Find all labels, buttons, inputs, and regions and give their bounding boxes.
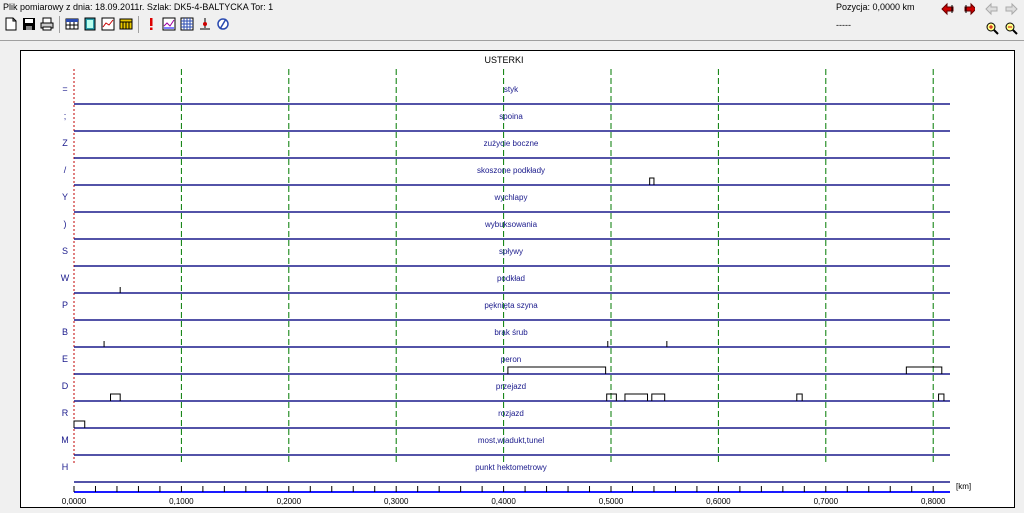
axis-tick-label: 0,3000 (384, 497, 409, 506)
defect-segment (651, 393, 666, 401)
defect-segment (606, 393, 617, 401)
chart-icon[interactable] (100, 16, 116, 32)
notebook-icon[interactable] (82, 16, 98, 32)
toolbar-separator (59, 16, 60, 33)
toolbar-separator (138, 16, 139, 33)
row-code: / (64, 165, 67, 175)
row-label: wychlapy (494, 193, 528, 202)
file-title: Plik pomiarowy z dnia: 18.09.2011r. Szla… (3, 2, 274, 12)
axis-tick-label: 0,8000 (921, 497, 946, 506)
defect-segment (796, 393, 803, 401)
measure-icon[interactable] (197, 16, 213, 32)
row-label: spływy (499, 247, 523, 256)
axis-tick-label: 0,1000 (169, 497, 194, 506)
row-code: D (62, 381, 69, 391)
axis-tick-label: 0,7000 (814, 497, 839, 506)
row-label: rozjazd (498, 409, 524, 418)
row-code: H (62, 462, 69, 472)
defect-segment (73, 420, 86, 428)
axis-tick-label: 0,4000 (491, 497, 516, 506)
axis-tick-label: 0,6000 (706, 497, 731, 506)
print-icon[interactable] (39, 16, 55, 32)
save-icon[interactable] (21, 16, 37, 32)
new-file-icon[interactable] (3, 16, 19, 32)
row-label: podkład (497, 274, 525, 283)
row-label: styk (504, 85, 519, 94)
zoom-in-icon[interactable] (984, 20, 1000, 36)
row-code: B (62, 327, 68, 337)
row-code: E (62, 354, 68, 364)
row-code: Y (62, 192, 68, 202)
row-code: W (61, 273, 70, 283)
row-code: = (62, 84, 67, 94)
zoom-out-icon[interactable] (1003, 20, 1019, 36)
calendar-icon[interactable] (118, 16, 134, 32)
defects-chart: USTERKI = styk; spoina Z zużycie boczne / skosz… (61, 55, 971, 506)
row-code: Z (62, 138, 68, 148)
graph-icon[interactable] (161, 16, 177, 32)
row-label: pęknięta szyna (484, 301, 538, 310)
back-arrow-icon[interactable] (984, 1, 1000, 17)
chart-title: USTERKI (484, 55, 523, 65)
row-label: most,wiadukt,tunel (478, 436, 544, 445)
row-label: peron (501, 355, 521, 364)
position-readout: Pozycja: 0,0000 km (836, 2, 915, 12)
row-label: spoina (499, 112, 523, 121)
axis-unit: [km] (956, 482, 971, 491)
row-code: S (62, 246, 68, 256)
defect-segment (507, 366, 607, 374)
position-sub: ----- (836, 20, 851, 30)
defect-segment (110, 393, 121, 401)
row-code: R (62, 408, 69, 418)
axis-tick-label: 0,5000 (599, 497, 624, 506)
row-label: wybuksowania (484, 220, 538, 229)
alert-icon[interactable] (143, 16, 159, 32)
row-label: zużycie boczne (484, 139, 539, 148)
row-code: M (61, 435, 69, 445)
forward-arrow-icon[interactable] (1003, 1, 1019, 17)
toolbar-area: Plik pomiarowy z dnia: 18.09.2011r. Szla… (0, 0, 1024, 41)
defect-segment (624, 393, 649, 401)
defect-segment (938, 393, 945, 401)
row-label: przejazd (496, 382, 526, 391)
axis-tick-label: 0,0000 (62, 497, 87, 506)
chart-panel: USTERKI = styk; spoina Zzużycie boczne / skosz… (20, 50, 1015, 508)
axis-tick-label: 0,2000 (277, 497, 302, 506)
row-code: P (62, 300, 68, 310)
row-label: skoszone podkłady (477, 166, 545, 175)
move-left-icon[interactable] (940, 1, 956, 17)
row-code: ) (64, 219, 67, 229)
grid-icon[interactable] (179, 16, 195, 32)
defect-segment (649, 177, 655, 185)
row-code: ; (64, 111, 67, 121)
null-icon[interactable] (215, 16, 231, 32)
row-label: punkt hektometrowy (475, 463, 547, 472)
move-right-icon[interactable] (960, 1, 976, 17)
defect-segment (905, 366, 943, 374)
table-icon[interactable] (64, 16, 80, 32)
row-label: brak śrub (494, 328, 528, 337)
